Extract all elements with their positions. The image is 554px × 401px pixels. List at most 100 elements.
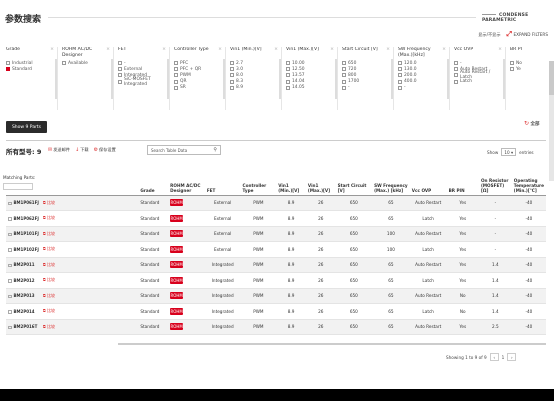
compare-button[interactable]: ⧉ 比较 [43,262,55,267]
filter-scrollbar[interactable] [335,59,337,99]
row-checkbox[interactable] [8,310,12,314]
prev-page-button[interactable]: ‹ [489,353,499,361]
checkbox[interactable] [342,67,346,72]
compare-button[interactable]: ⧉ 比较 [43,200,55,205]
column-header[interactable]: Vin1 (Max.)[V] [305,171,336,196]
checkbox[interactable] [118,79,122,84]
filter-scrollbar[interactable] [447,59,449,99]
row-checkbox[interactable] [8,232,12,236]
checkbox[interactable] [454,79,458,84]
designer-cell[interactable]: ROHM [168,272,205,289]
checkbox[interactable] [342,73,346,78]
table-row[interactable]: BM1P062FJ ⧉ 比较 Standard ROHM External PWM 8.9 2… [6,210,546,227]
filter-option[interactable]: - [342,85,390,91]
checkbox[interactable] [174,61,178,66]
checkbox[interactable] [342,79,346,84]
entries-select[interactable]: 10 ▾ [501,148,517,156]
part-number-link[interactable]: BM1P061FJ [14,200,39,205]
row-checkbox[interactable] [8,201,12,205]
rohm-designer-icon[interactable]: ROHM [170,261,184,269]
row-select-cell[interactable]: BM2P011 [6,257,41,273]
column-header[interactable] [40,171,139,196]
row-select-cell[interactable]: BM2P013 [6,288,41,304]
checkbox[interactable] [62,61,66,66]
table-search-input[interactable]: Search Table Data ⚲ [147,145,221,155]
column-header[interactable]: Operating Temperature (Min.)[°C] [511,171,546,196]
close-icon[interactable]: × [386,47,390,60]
filter-option[interactable]: Available [62,60,110,66]
current-page[interactable]: 1 [502,355,505,360]
row-checkbox[interactable] [8,263,12,267]
column-header[interactable] [6,171,41,196]
compare-cell[interactable]: ⧉ 比较 [40,303,139,320]
column-header[interactable]: Grade [138,171,169,196]
row-checkbox[interactable] [8,217,12,221]
row-select-cell[interactable]: BM1P101FJ [6,226,41,242]
close-icon[interactable]: × [218,47,222,60]
checkbox[interactable] [286,67,290,72]
checkbox[interactable] [174,85,178,90]
compare-button[interactable]: ⧉ 比较 [43,246,55,251]
checkbox[interactable] [286,85,290,90]
designer-cell[interactable]: ROHM [168,288,205,304]
row-checkbox[interactable] [8,248,12,252]
compare-button[interactable]: ⧉ 比较 [43,293,55,298]
close-icon[interactable]: × [162,47,166,60]
designer-cell[interactable]: ROHM [168,257,205,273]
table-row[interactable]: BM2P014 ⧉ 比较 Standard ROHM Integrated PWM 8.9 2… [6,303,546,320]
checkbox[interactable] [230,79,234,84]
part-number-link[interactable]: BM2P013 [14,293,35,298]
compare-cell[interactable]: ⧉ 比较 [40,319,139,335]
row-checkbox[interactable] [8,325,12,329]
checkbox[interactable] [398,85,402,90]
filter-scrollbar[interactable] [111,59,113,99]
designer-cell[interactable]: ROHM [168,241,205,258]
checkbox[interactable] [286,61,290,66]
filter-scrollbar[interactable] [223,59,225,99]
row-select-cell[interactable]: BM1P102FJ [6,241,41,258]
part-number-link[interactable]: BM2P016T [14,324,38,329]
column-header[interactable]: FET [204,171,241,196]
checkbox[interactable] [398,73,402,78]
checkbox[interactable] [230,61,234,66]
checkbox[interactable] [230,85,234,90]
filter-option[interactable]: SiC-MOSFET Integrated [118,77,166,87]
checkbox[interactable] [286,73,290,78]
column-header[interactable]: BR PIN [446,171,479,196]
compare-button[interactable]: ⧉ 比较 [43,308,55,313]
column-header[interactable]: Start Circuit [V] [335,171,373,196]
column-header[interactable]: ROHM AC/DC Designer [168,171,205,196]
close-icon[interactable]: × [330,47,334,60]
checkbox[interactable] [174,67,178,72]
designer-cell[interactable]: ROHM [168,303,205,320]
checkbox[interactable] [174,79,178,84]
filter-scrollbar[interactable] [279,59,281,99]
rohm-designer-icon[interactable]: ROHM [170,199,184,207]
close-icon[interactable]: × [106,47,110,60]
condense-parametric-button[interactable]: CONDENSE PARAMETRIC [482,13,554,23]
designer-cell[interactable]: ROHM [168,319,205,335]
compare-button[interactable]: ⧉ 比较 [43,231,55,236]
filter-option[interactable]: Ye [510,66,546,72]
filter-option[interactable]: 8.9 [230,85,278,91]
show-hide-toggle[interactable]: 显示/不显示 [478,32,500,38]
compare-cell[interactable]: ⧉ 比较 [40,272,139,289]
filter-scrollbar[interactable] [391,59,393,99]
checkbox[interactable] [398,79,402,84]
checkbox[interactable] [174,73,178,78]
filter-option[interactable]: 14.05 [286,85,334,91]
row-select-cell[interactable]: BM2P016T [6,319,41,335]
checkbox[interactable] [118,67,122,72]
table-row[interactable]: BM2P016T ⧉ 比较 Standard ROHM Integrated PWM 8.9… [6,319,546,335]
column-header[interactable]: On Resistor (MOSFET) [Ω] [478,171,512,196]
row-select-cell[interactable]: BM1P062FJ [6,210,41,227]
close-icon[interactable]: × [50,47,54,60]
filter-scrollbar[interactable] [55,59,57,99]
close-icon[interactable]: × [274,47,278,60]
close-icon[interactable]: × [498,47,502,60]
reset-button[interactable]: ↻ 全部 [524,120,539,127]
rohm-designer-icon[interactable]: ROHM [170,245,184,253]
part-number-link[interactable]: BM1P102FJ [14,247,39,252]
checkbox[interactable] [230,67,234,72]
compare-cell[interactable]: ⧉ 比较 [40,226,139,242]
